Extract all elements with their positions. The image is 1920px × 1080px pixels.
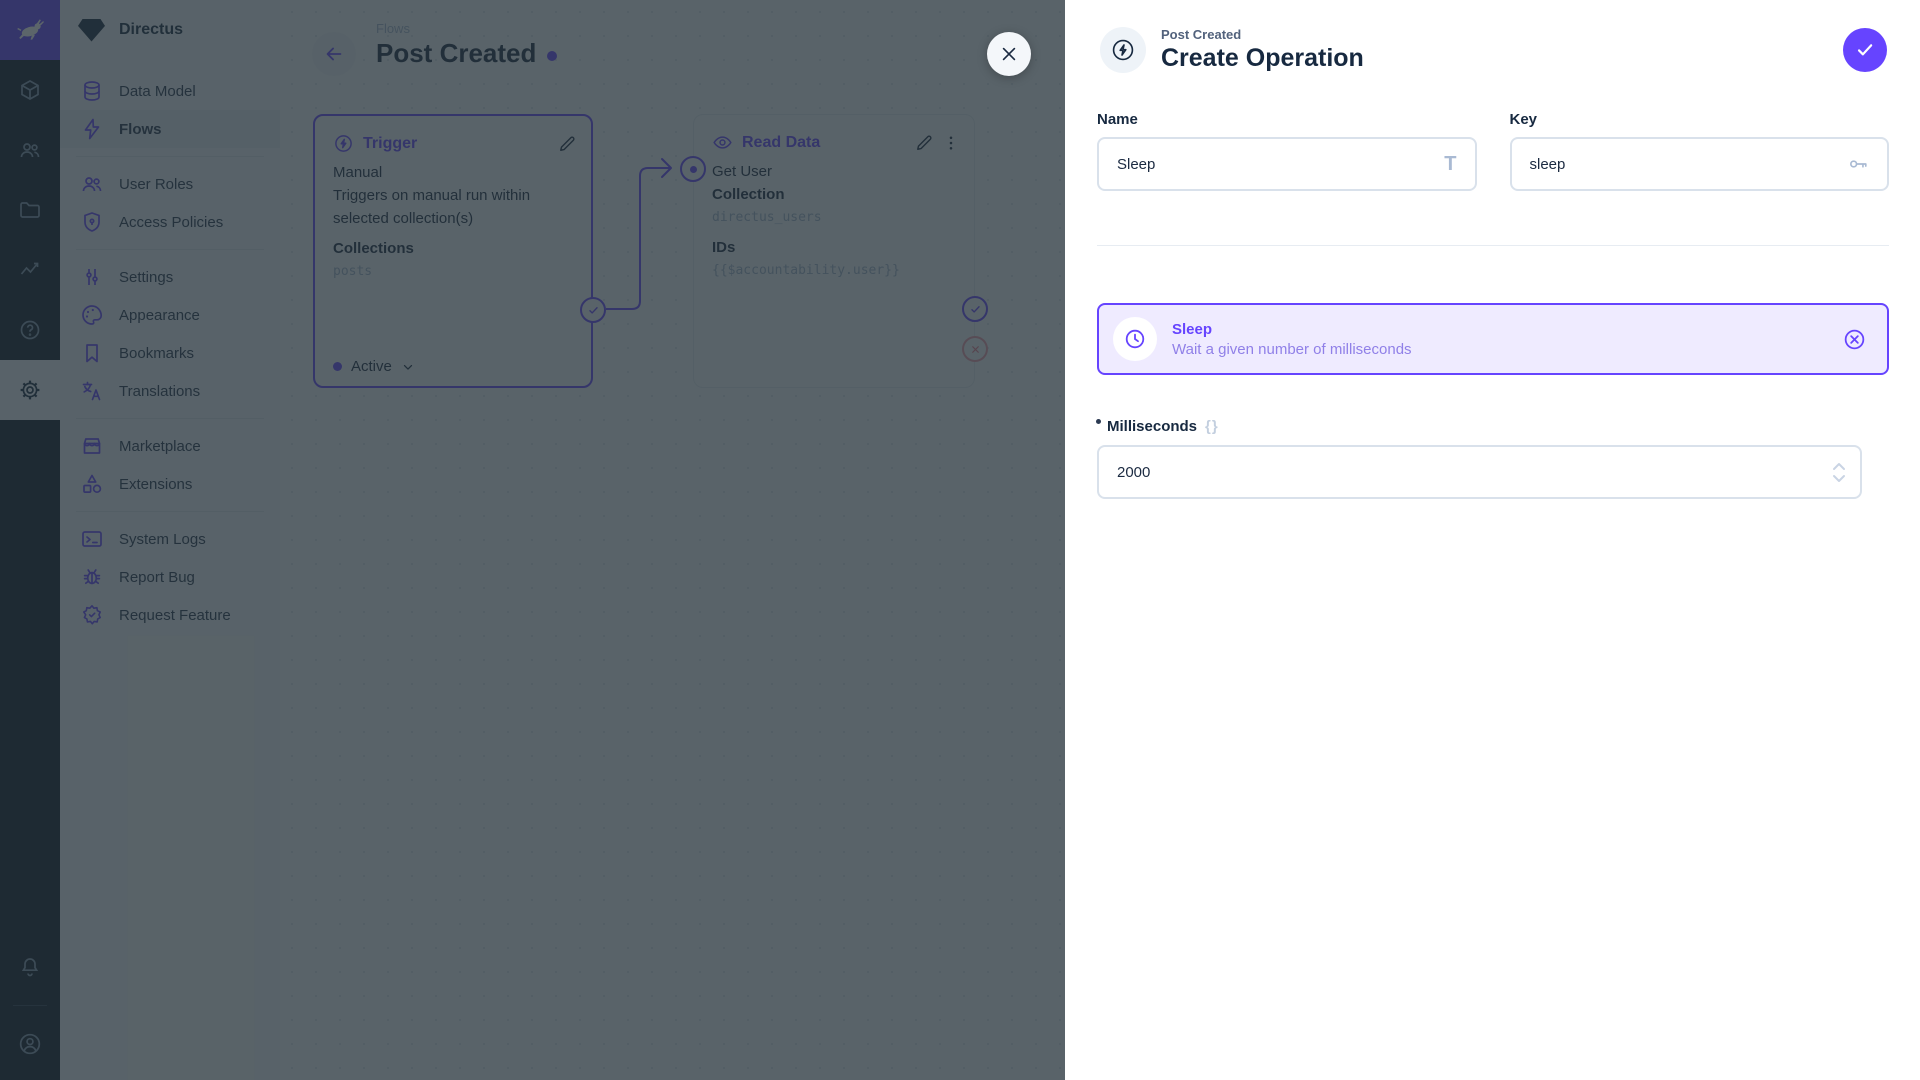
key-input-wrap [1509,137,1889,191]
name-field-group: Name T [1097,111,1477,191]
directus-app: Directus Data Model Flows [0,0,1920,1080]
number-steppers [1832,462,1846,483]
create-operation-drawer: Post Created Create Operation Name T [1065,0,1920,1080]
name-label: Name [1097,111,1138,128]
stepper-up[interactable] [1832,462,1846,471]
key-icon [1847,153,1869,175]
save-button[interactable] [1843,28,1887,72]
milliseconds-input-wrap [1097,445,1862,499]
selected-operation-sleep[interactable]: Sleep Wait a given number of millisecond… [1097,303,1889,375]
operation-description: Wait a given number of milliseconds [1172,340,1412,358]
chevron-up-icon [1833,462,1845,470]
raw-value-icon[interactable]: {} [1205,417,1219,437]
drawer-title: Create Operation [1161,44,1364,72]
milliseconds-label: Milliseconds [1107,418,1198,435]
deselect-operation-button[interactable] [1842,327,1867,352]
milliseconds-input[interactable] [1117,463,1832,481]
section-divider [1097,245,1889,246]
clock-icon [1113,317,1157,361]
name-input-wrap: T [1097,137,1477,191]
operation-header-icon [1100,27,1146,73]
key-label: Key [1509,111,1538,128]
drawer-titles: Post Created Create Operation [1161,27,1364,73]
drawer-content: Name T Key [1065,111,1920,499]
key-field-group: Key [1509,111,1889,191]
modal-overlay[interactable] [0,0,1065,1080]
close-icon [1002,47,1016,61]
operation-texts: Sleep Wait a given number of millisecond… [1172,321,1412,358]
drawer-header: Post Created Create Operation [1065,0,1920,73]
required-dot [1096,418,1101,424]
check-icon [1857,44,1873,56]
milliseconds-label-row: Milliseconds {} [1096,417,1889,437]
title-icon: T [1444,152,1457,175]
bolt-circle-icon [1112,39,1134,61]
drawer-close-button[interactable] [987,32,1031,76]
chevron-down-icon [1833,474,1845,482]
operation-title: Sleep [1172,320,1213,338]
key-input[interactable] [1529,155,1847,173]
name-key-row: Name T Key [1097,111,1889,191]
name-input[interactable] [1117,155,1445,173]
stepper-down[interactable] [1832,474,1846,483]
drawer-breadcrumb: Post Created [1161,27,1242,42]
